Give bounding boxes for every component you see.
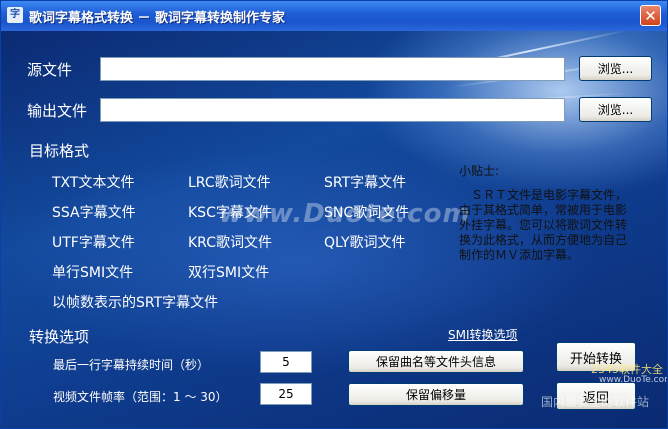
output-browse-button[interactable]: 浏览... (579, 97, 652, 122)
app-icon: 字 (7, 7, 23, 23)
window-title: 歌词字幕格式转换 － 歌词字幕转换制作专家 (29, 11, 286, 26)
tips-body: ＳＲＴ文件是电影字幕文件，由于其格式简单，常被用于电影外挂字幕。您可以将歌词文件… (459, 188, 628, 262)
title-bar[interactable]: 字 歌词字幕格式转换 － 歌词字幕转换制作专家 ✕ (1, 1, 667, 31)
app-window: 字 歌词字幕格式转换 － 歌词字幕转换制作专家 ✕ 源文件 浏览... 输出文件… (0, 0, 668, 429)
format-double-smi[interactable]: 双行SMI文件 (188, 262, 269, 282)
format-krc[interactable]: KRC歌词文件 (188, 232, 272, 252)
format-qly[interactable]: QLY歌词文件 (324, 232, 406, 252)
format-ssa[interactable]: SSA字幕文件 (52, 202, 136, 222)
source-file-label: 源文件 (27, 61, 73, 79)
output-file-label: 输出文件 (27, 102, 88, 120)
smi-options-link[interactable]: SMI转换选项 (448, 326, 518, 343)
output-file-input[interactable] (100, 98, 565, 122)
format-utf[interactable]: UTF字幕文件 (52, 232, 135, 252)
last-line-duration-label: 最后一行字幕持续时间（秒） (53, 358, 210, 372)
conversion-options-label: 转换选项 (29, 328, 90, 346)
source-file-input[interactable] (100, 57, 565, 81)
close-button[interactable]: ✕ (640, 5, 661, 26)
tips-title: 小贴士: (459, 164, 500, 178)
main-panel: 源文件 浏览... 输出文件 浏览... 目标格式 TXT文本文件 LRC歌词文… (1, 29, 668, 428)
watermark-text: www.Duote.com (219, 199, 471, 229)
format-lrc[interactable]: LRC歌词文件 (188, 172, 271, 192)
last-line-duration-input[interactable] (260, 351, 312, 373)
corner-watermark-bottom: 国内最安全的软件站 (541, 395, 650, 409)
keep-offset-button[interactable]: 保留偏移量 (348, 383, 524, 406)
source-browse-button[interactable]: 浏览... (579, 56, 652, 81)
fps-label: 视频文件帧率（范围：1 ～ 30） (53, 390, 228, 404)
fps-input[interactable] (260, 383, 312, 405)
format-txt[interactable]: TXT文本文件 (52, 172, 134, 192)
format-srt[interactable]: SRT字幕文件 (324, 172, 406, 192)
keep-header-button[interactable]: 保留曲名等文件头信息 (348, 350, 524, 373)
format-single-smi[interactable]: 单行SMI文件 (52, 262, 133, 282)
target-format-label: 目标格式 (29, 142, 90, 160)
corner-watermark-url: www.DuoTe.com (599, 375, 668, 385)
tips-panel: 小贴士: ＳＲＴ文件是电影字幕文件，由于其格式简单，常被用于电影外挂字幕。您可以… (459, 162, 639, 342)
format-srt-frames[interactable]: 以帧数表示的SRT字幕文件 (52, 292, 218, 312)
